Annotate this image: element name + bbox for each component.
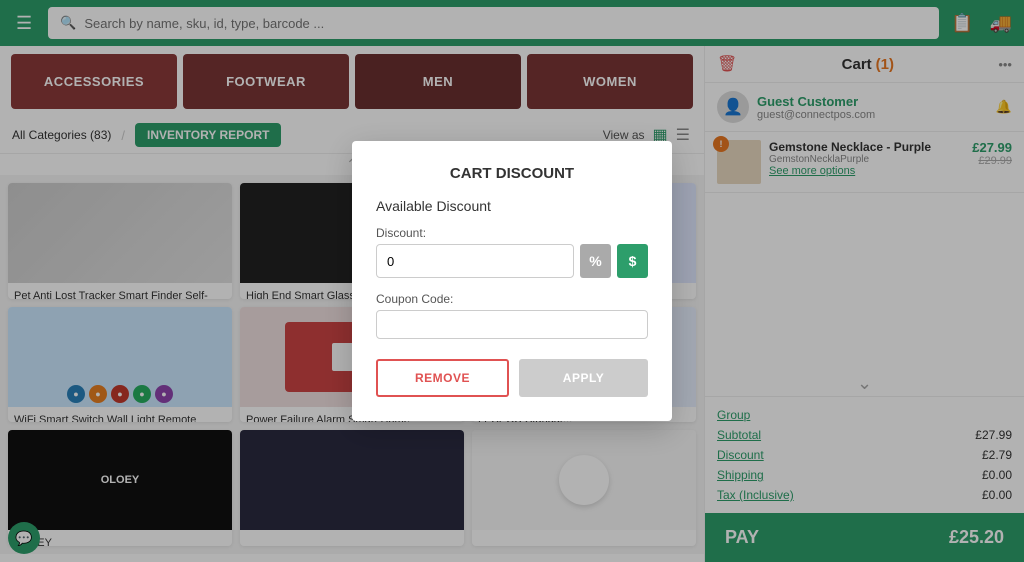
coupon-input[interactable] (376, 310, 648, 339)
discount-row: % $ (376, 244, 648, 278)
modal-title: CART DISCOUNT (376, 165, 648, 182)
percent-type-button[interactable]: % (580, 244, 611, 278)
discount-field-label: Discount: (376, 226, 648, 240)
modal-overlay: CART DISCOUNT Available Discount Discoun… (0, 0, 1024, 562)
discount-input[interactable] (376, 244, 574, 278)
cart-discount-modal: CART DISCOUNT Available Discount Discoun… (352, 141, 672, 421)
dollar-type-button[interactable]: $ (617, 244, 648, 278)
remove-button[interactable]: REMOVE (376, 359, 509, 397)
modal-section-title: Available Discount (376, 198, 648, 214)
modal-actions: REMOVE APPLY (376, 359, 648, 397)
apply-button[interactable]: APPLY (519, 359, 648, 397)
coupon-field-label: Coupon Code: (376, 292, 648, 306)
